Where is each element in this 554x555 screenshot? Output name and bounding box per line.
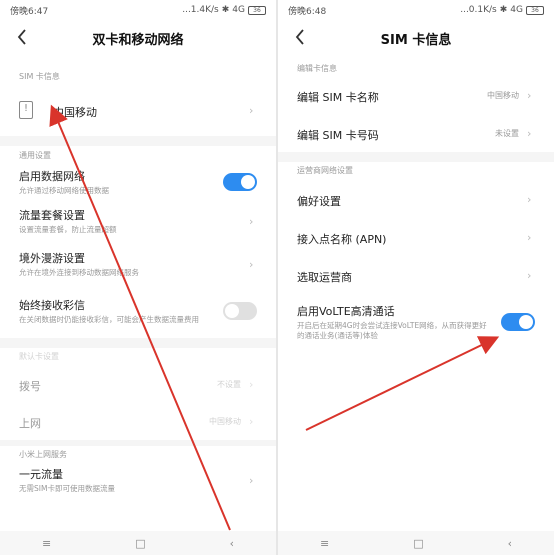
back-nav-icon[interactable]: ‹ — [230, 537, 234, 550]
edit-sim-number-label: 编辑 SIM 卡号码 — [297, 128, 379, 142]
internet-row[interactable]: 上网 中国移动 › — [0, 402, 276, 440]
yiyuan-sub: 无需SIM卡即可使用数据流量 — [19, 484, 115, 493]
traffic-plan-label: 流量套餐设置 — [19, 209, 85, 222]
battery-icon: 36 — [526, 5, 544, 15]
edit-sim-name-value: 中国移动 — [487, 90, 519, 100]
chevron-right-icon: › — [249, 103, 254, 117]
sim-name: 中国移动 — [53, 105, 97, 119]
section-default-card: 默认卡设置 — [19, 352, 59, 361]
dial-label: 拨号 — [19, 379, 41, 393]
data-network-row[interactable]: 启用数据网络 允许通过移动网络使用数据 — [0, 166, 276, 198]
chevron-right-icon: › — [527, 88, 532, 102]
status-time: 傍晚6:47 — [10, 6, 49, 17]
data-network-label: 启用数据网络 — [19, 170, 85, 183]
home-icon[interactable]: □ — [413, 537, 423, 550]
mms-label: 始终接收彩信 — [19, 299, 85, 312]
preferred-label: 偏好设置 — [297, 194, 341, 208]
chevron-right-icon: › — [249, 214, 254, 228]
traffic-plan-row[interactable]: 流量套餐设置 设置流量套餐，防止流量超额 › — [0, 198, 276, 244]
section-mi-service: 小米上网服务 — [19, 450, 67, 459]
mms-sub: 在关闭数据时仍能接收彩信，可能会产生数据流量费用 — [19, 315, 199, 324]
mms-toggle[interactable] — [223, 302, 257, 320]
back-icon[interactable] — [16, 28, 32, 48]
preferred-row[interactable]: 偏好设置 › — [278, 180, 554, 218]
bluetooth-icon: ✱ — [499, 5, 508, 15]
roaming-row[interactable]: 境外漫游设置 允许在境外连接到移动数据网络服务 › — [0, 244, 276, 284]
header: 双卡和移动网络 — [0, 20, 276, 56]
menu-icon[interactable]: ≡ — [42, 537, 51, 550]
section-edit-card: 编辑卡信息 — [297, 64, 337, 73]
edit-sim-name-row[interactable]: 编辑 SIM 卡名称 中国移动 › — [278, 76, 554, 114]
apn-label: 接入点名称 (APN) — [297, 232, 387, 246]
home-icon[interactable]: □ — [135, 537, 145, 550]
battery-icon: 36 — [248, 5, 266, 15]
traffic-plan-sub: 设置流量套餐，防止流量超额 — [19, 225, 117, 234]
apn-row[interactable]: 接入点名称 (APN) › — [278, 218, 554, 256]
network-type: 4G — [232, 5, 245, 15]
volte-label: 启用VoLTE高清通话 — [297, 305, 395, 318]
section-sim-info: SIM 卡信息 — [19, 72, 60, 81]
yiyuan-row[interactable]: 一元流量 无需SIM卡即可使用数据流量 › — [0, 464, 276, 496]
edit-sim-number-row[interactable]: 编辑 SIM 卡号码 未设置 › — [278, 114, 554, 152]
sim-card-row[interactable]: 中国移动 › — [0, 84, 276, 136]
roaming-sub: 允许在境外连接到移动数据网络服务 — [19, 268, 139, 277]
chevron-right-icon: › — [249, 377, 254, 391]
back-icon[interactable] — [294, 28, 310, 48]
navigation-bar: ≡ □ ‹ — [0, 531, 276, 555]
network-type: 4G — [510, 5, 523, 15]
status-bar: 傍晚6:47 ...1.4K/s ✱ 4G 36 — [0, 0, 276, 20]
edit-sim-name-label: 编辑 SIM 卡名称 — [297, 90, 379, 104]
volte-toggle[interactable] — [501, 313, 535, 331]
navigation-bar: ≡ □ ‹ — [278, 531, 554, 555]
page-title: 双卡和移动网络 — [92, 32, 184, 48]
chevron-right-icon: › — [249, 473, 254, 487]
dial-value: 不设置 — [217, 379, 241, 389]
chevron-right-icon: › — [527, 126, 532, 140]
status-bar: 傍晚6:48 ...0.1K/s ✱ 4G 36 — [278, 0, 554, 20]
data-network-toggle[interactable] — [223, 173, 257, 191]
page-title: SIM 卡信息 — [380, 32, 452, 48]
header: SIM 卡信息 — [278, 20, 554, 56]
internet-label: 上网 — [19, 416, 41, 430]
right-screen: 傍晚6:48 ...0.1K/s ✱ 4G 36 SIM 卡信息 编辑卡信息 编… — [278, 0, 554, 555]
section-carrier: 运营商网络设置 — [297, 166, 353, 175]
data-network-sub: 允许通过移动网络使用数据 — [19, 186, 109, 195]
status-time: 傍晚6:48 — [288, 6, 327, 17]
yiyuan-label: 一元流量 — [19, 468, 63, 481]
bluetooth-icon: ✱ — [221, 5, 230, 15]
edit-sim-number-value: 未设置 — [495, 128, 519, 138]
volte-sub: 开启后在延期4G时会尝试连接VoLTE网络，从而获得更好的通话业务(通话等)体验 — [297, 321, 487, 340]
chevron-right-icon: › — [249, 257, 254, 271]
menu-icon[interactable]: ≡ — [320, 537, 329, 550]
network-speed: ...0.1K/s — [460, 5, 497, 15]
chevron-right-icon: › — [527, 192, 532, 206]
network-speed: ...1.4K/s — [182, 5, 219, 15]
internet-value: 中国移动 — [209, 416, 241, 426]
carrier-row[interactable]: 选取运营商 › — [278, 256, 554, 294]
carrier-label: 选取运营商 — [297, 270, 352, 284]
left-screen: 傍晚6:47 ...1.4K/s ✱ 4G 36 双卡和移动网络 SIM 卡信息… — [0, 0, 276, 555]
section-general: 通用设置 — [19, 151, 51, 160]
roaming-label: 境外漫游设置 — [19, 252, 85, 265]
back-nav-icon[interactable]: ‹ — [508, 537, 512, 550]
sim-card-icon — [19, 101, 33, 119]
volte-row[interactable]: 启用VoLTE高清通话 开启后在延期4G时会尝试连接VoLTE网络，从而获得更好… — [278, 294, 554, 350]
dial-row[interactable]: 拨号 不设置 › — [0, 366, 276, 402]
chevron-right-icon: › — [527, 230, 532, 244]
mms-row[interactable]: 始终接收彩信 在关闭数据时仍能接收彩信，可能会产生数据流量费用 — [0, 284, 276, 338]
chevron-right-icon: › — [249, 414, 254, 428]
chevron-right-icon: › — [527, 268, 532, 282]
